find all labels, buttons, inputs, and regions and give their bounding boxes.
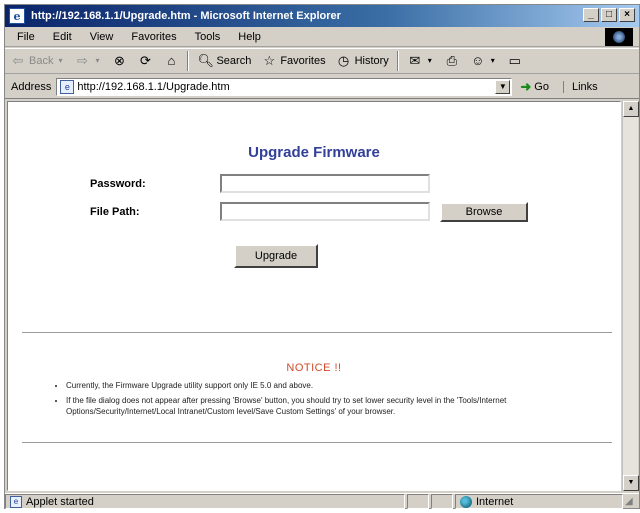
divider xyxy=(22,442,612,444)
history-label: History xyxy=(354,55,389,67)
password-field[interactable] xyxy=(220,174,430,193)
vertical-scrollbar[interactable]: ▲ ▼ xyxy=(622,101,639,491)
print-button[interactable]: ⎙ xyxy=(439,50,465,72)
menu-view[interactable]: View xyxy=(81,31,123,43)
status-cell xyxy=(431,494,453,509)
favorites-icon: ☆ xyxy=(263,53,276,68)
dropdown-arrow-icon: ▾ xyxy=(58,56,63,65)
history-icon: ◷ xyxy=(337,53,350,68)
resize-grip-icon[interactable]: ◢ xyxy=(625,495,639,509)
zone-label: Internet xyxy=(476,495,514,508)
forward-arrow-icon: ⇨ xyxy=(77,53,88,68)
back-label: Back xyxy=(29,55,54,67)
address-input[interactable]: e http://192.168.1.1/Upgrade.htm ▼ xyxy=(56,77,513,96)
messenger-icon: ☺ xyxy=(471,53,485,68)
mail-icon: ✉ xyxy=(409,53,421,68)
messenger-button[interactable]: ☺ ▾ xyxy=(465,50,502,72)
window-controls: _ □ × xyxy=(583,8,635,22)
title-bar[interactable]: e http://192.168.1.1/Upgrade.htm - Micro… xyxy=(5,5,639,27)
refresh-button[interactable]: ⟳ xyxy=(132,50,158,72)
ie-icon: e xyxy=(9,8,25,24)
dropdown-arrow-icon: ▾ xyxy=(427,56,432,65)
address-label: Address xyxy=(11,80,52,93)
stop-icon: ⊗ xyxy=(114,53,125,68)
favorites-label: Favorites xyxy=(280,55,326,67)
mail-button[interactable]: ✉ ▾ xyxy=(402,50,439,72)
maximize-button[interactable]: □ xyxy=(601,8,617,22)
home-icon: ⌂ xyxy=(167,53,176,68)
page-icon: e xyxy=(60,79,75,94)
menu-help[interactable]: Help xyxy=(229,31,270,43)
page-title: Upgrade Firmware xyxy=(248,144,380,161)
back-arrow-icon: ⇦ xyxy=(12,53,24,68)
dropdown-arrow-icon: ▾ xyxy=(490,56,495,65)
file-path-field[interactable] xyxy=(220,202,430,221)
go-label: Go xyxy=(534,80,549,93)
toolbar-separator xyxy=(187,51,190,71)
standard-toolbar: ⇦ Back ▾ ⇨ ▾ ⊗ ⟳ ⌂ 🔍︎ Search ☆ Favorites… xyxy=(5,48,639,74)
discuss-icon: ▭ xyxy=(508,53,521,68)
close-button[interactable]: × xyxy=(619,8,635,22)
status-text: Applet started xyxy=(26,495,94,508)
back-button[interactable]: ⇦ Back ▾ xyxy=(5,50,69,72)
favorites-button[interactable]: ☆ Favorites xyxy=(256,50,330,72)
menu-edit[interactable]: Edit xyxy=(44,31,81,43)
menu-bar: File Edit View Favorites Tools Help xyxy=(5,27,639,47)
dropdown-arrow-icon: ▾ xyxy=(95,56,100,65)
menu-tools[interactable]: Tools xyxy=(186,31,230,43)
windows-logo-icon xyxy=(605,28,633,46)
security-zone-cell: Internet xyxy=(455,494,623,509)
browser-window: e http://192.168.1.1/Upgrade.htm - Micro… xyxy=(4,4,640,509)
status-cell xyxy=(407,494,429,509)
browse-button[interactable]: Browse xyxy=(440,202,528,222)
print-icon: ⎙ xyxy=(446,53,458,68)
forward-button[interactable]: ⇨ ▾ xyxy=(69,50,106,72)
refresh-icon: ⟳ xyxy=(140,53,151,68)
search-button[interactable]: 🔍︎ Search xyxy=(192,50,256,72)
password-label: Password: xyxy=(90,178,146,190)
menu-file[interactable]: File xyxy=(5,31,44,43)
links-button[interactable]: Links xyxy=(562,80,598,93)
page-content: Upgrade Firmware Password: File Path: Br… xyxy=(7,101,621,491)
notice-title: NOTICE !! xyxy=(286,362,342,374)
go-button[interactable]: ➜ Go xyxy=(520,79,549,95)
home-button[interactable]: ⌂ xyxy=(158,50,184,72)
search-icon: 🔍︎ xyxy=(197,53,214,68)
history-button[interactable]: ◷ History xyxy=(331,50,394,72)
notice-item: Currently, the Firmware Upgrade utility … xyxy=(66,380,614,391)
notice-list: Currently, the Firmware Upgrade utility … xyxy=(54,380,614,421)
address-url: http://192.168.1.1/Upgrade.htm xyxy=(77,80,230,93)
address-dropdown-icon[interactable]: ▼ xyxy=(495,79,511,94)
window-title: http://192.168.1.1/Upgrade.htm - Microso… xyxy=(31,10,341,22)
upgrade-button[interactable]: Upgrade xyxy=(234,244,318,268)
stop-button[interactable]: ⊗ xyxy=(106,50,132,72)
search-label: Search xyxy=(216,55,252,67)
divider xyxy=(22,332,612,334)
go-arrow-icon: ➜ xyxy=(520,78,532,94)
status-message-cell: e Applet started xyxy=(5,494,405,509)
page-icon: e xyxy=(10,495,22,508)
scroll-down-icon[interactable]: ▼ xyxy=(623,475,639,491)
status-bar: e Applet started Internet ◢ xyxy=(5,493,639,509)
globe-icon xyxy=(460,495,472,508)
minimize-button[interactable]: _ xyxy=(583,8,599,22)
scroll-up-icon[interactable]: ▲ xyxy=(623,101,639,117)
address-bar: Address e http://192.168.1.1/Upgrade.htm… xyxy=(5,75,639,99)
file-path-label: File Path: xyxy=(90,206,140,218)
menu-favorites[interactable]: Favorites xyxy=(122,31,185,43)
toolbar-separator xyxy=(396,51,399,71)
notice-item: If the file dialog does not appear after… xyxy=(66,395,614,417)
discuss-button[interactable]: ▭ xyxy=(502,50,528,72)
